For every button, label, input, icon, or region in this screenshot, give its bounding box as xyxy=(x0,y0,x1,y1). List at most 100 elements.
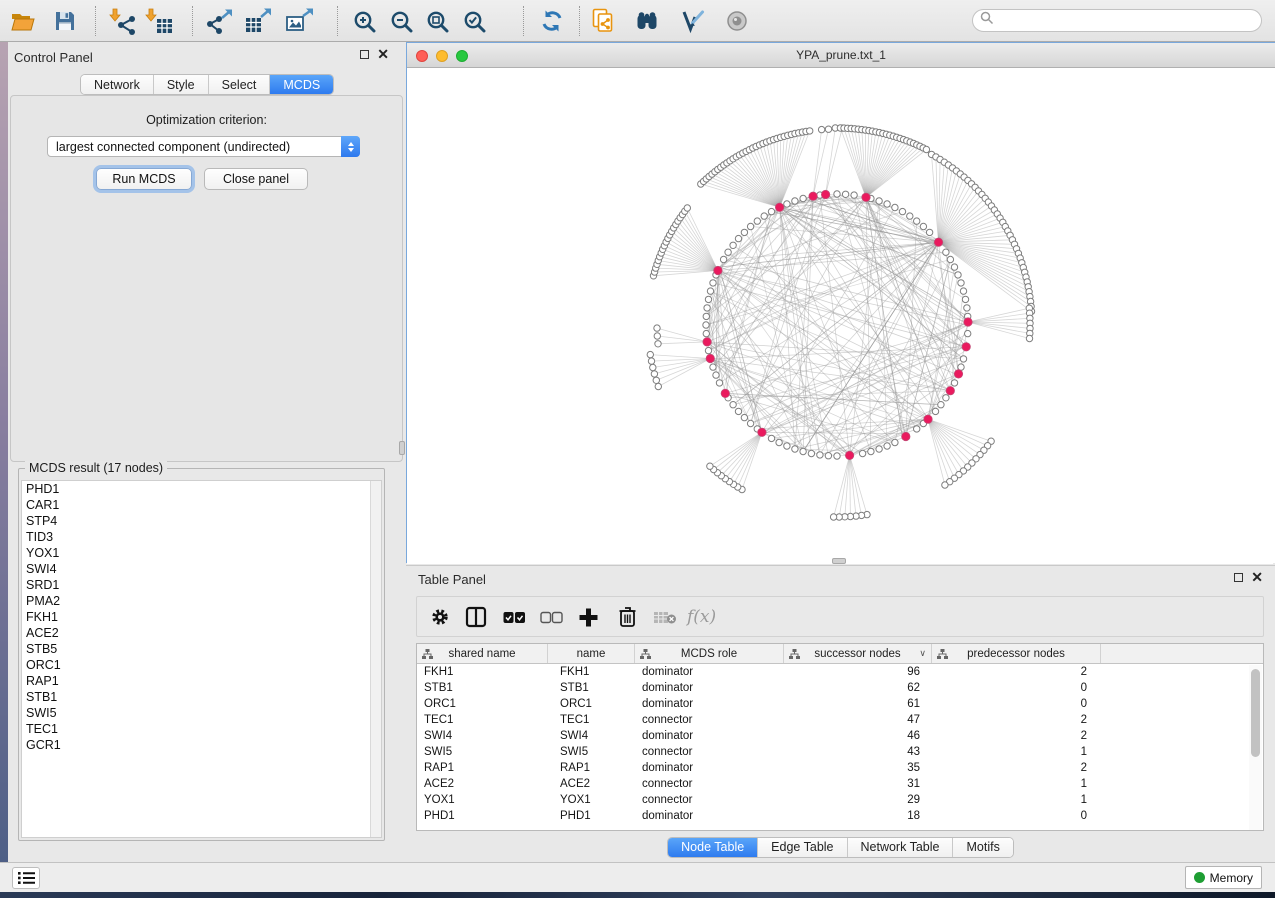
refresh-view-icon[interactable] xyxy=(537,7,567,35)
export-table-icon[interactable] xyxy=(243,7,273,35)
tab-select[interactable]: Select xyxy=(208,75,270,94)
column-header-shared-name[interactable]: shared name xyxy=(417,644,548,663)
mcds-result-item[interactable]: SWI4 xyxy=(22,561,381,577)
status-bar: Memory xyxy=(0,862,1275,892)
table-row[interactable]: ACE2ACE2connector311 xyxy=(417,776,1263,792)
create-column-icon[interactable] xyxy=(578,604,599,630)
deselect-all-icon[interactable] xyxy=(540,604,563,630)
mcds-result-item[interactable]: CAR1 xyxy=(22,497,381,513)
network-window-titlebar[interactable]: YPA_prune.txt_1 xyxy=(407,43,1275,68)
show-columns-icon[interactable] xyxy=(465,604,487,630)
memory-button[interactable]: Memory xyxy=(1185,866,1262,889)
mcds-result-item[interactable]: YOX1 xyxy=(22,545,381,561)
zoom-fit-icon[interactable] xyxy=(422,7,452,35)
select-all-icon[interactable] xyxy=(503,604,525,630)
tab-edge-table[interactable]: Edge Table xyxy=(757,838,846,857)
table-row[interactable]: ORC1ORC1dominator610 xyxy=(417,696,1263,712)
task-history-button[interactable] xyxy=(12,867,40,889)
export-image-icon[interactable] xyxy=(284,7,314,35)
search-networks-icon[interactable] xyxy=(632,7,662,35)
mcds-result-item[interactable]: STB1 xyxy=(22,689,381,705)
network-canvas[interactable] xyxy=(407,69,1273,564)
run-mcds-button[interactable]: Run MCDS xyxy=(96,168,192,190)
vertical-splitter-handle[interactable] xyxy=(399,441,405,455)
mcds-result-item[interactable]: STB5 xyxy=(22,641,381,657)
table-cell: FKH1 xyxy=(417,664,548,680)
mcds-result-list[interactable]: PHD1CAR1STP4TID3YOX1SWI4SRD1PMA2FKH1ACE2… xyxy=(21,480,382,838)
mcds-result-item[interactable]: ACE2 xyxy=(22,625,381,641)
column-header-name[interactable]: name xyxy=(548,644,635,663)
zoom-selected-icon[interactable] xyxy=(459,7,489,35)
settings-gear-icon[interactable] xyxy=(430,604,450,630)
float-panel-icon[interactable] xyxy=(1234,573,1243,582)
table-cell: RAP1 xyxy=(417,760,548,776)
table-cell: SWI4 xyxy=(417,728,548,744)
function-builder-icon: f(x) xyxy=(687,604,716,630)
mcds-result-item[interactable]: FKH1 xyxy=(22,609,381,625)
table-row[interactable]: YOX1YOX1connector291 xyxy=(417,792,1263,808)
mcds-result-item[interactable]: PHD1 xyxy=(22,481,381,497)
minimize-window-icon[interactable] xyxy=(436,50,448,62)
tab-network-table[interactable]: Network Table xyxy=(847,838,953,857)
column-header-successor-nodes[interactable]: successor nodes∨ xyxy=(784,644,932,663)
table-row[interactable]: SWI4SWI4dominator462 xyxy=(417,728,1263,744)
table-row[interactable]: STB1STB1dominator620 xyxy=(417,680,1263,696)
column-header-predecessor-nodes[interactable]: predecessor nodes xyxy=(932,644,1101,663)
table-panel-title: Table Panel xyxy=(418,572,486,587)
tab-node-table[interactable]: Node Table xyxy=(668,838,757,857)
table-cell: YOX1 xyxy=(417,792,548,808)
table-cell: 29 xyxy=(784,792,932,808)
table-cell: RAP1 xyxy=(548,760,635,776)
zoom-out-icon[interactable] xyxy=(386,7,416,35)
save-session-icon[interactable] xyxy=(50,7,80,35)
mcds-result-item[interactable]: SWI5 xyxy=(22,705,381,721)
tab-network[interactable]: Network xyxy=(81,75,153,94)
mcds-result-item[interactable]: SRD1 xyxy=(22,577,381,593)
table-row[interactable]: PHD1PHD1dominator180 xyxy=(417,808,1263,824)
zoom-in-icon[interactable] xyxy=(349,7,379,35)
horizontal-splitter-handle[interactable] xyxy=(832,558,846,564)
birds-eye-view-icon[interactable] xyxy=(722,7,752,35)
table-row[interactable]: FKH1FKH1dominator962 xyxy=(417,664,1263,680)
mcds-result-item[interactable]: PMA2 xyxy=(22,593,381,609)
table-row[interactable]: TEC1TEC1connector472 xyxy=(417,712,1263,728)
float-panel-icon[interactable] xyxy=(360,50,369,59)
table-cell: connector xyxy=(635,792,784,808)
import-network-icon[interactable] xyxy=(108,7,138,35)
criterion-selected-value: largest connected component (undirected) xyxy=(48,140,341,154)
mcds-result-item[interactable]: TID3 xyxy=(22,529,381,545)
table-scrollbar-thumb[interactable] xyxy=(1251,669,1260,757)
node-table: shared namenameMCDS rolesuccessor nodes∨… xyxy=(416,643,1264,831)
tab-mcds[interactable]: MCDS xyxy=(269,75,333,94)
tab-motifs[interactable]: Motifs xyxy=(952,838,1012,857)
mcds-list-scrollbar[interactable] xyxy=(370,481,381,837)
export-network-icon[interactable] xyxy=(204,7,234,35)
export-web-page-icon[interactable] xyxy=(589,7,619,35)
criterion-select[interactable]: largest connected component (undirected) xyxy=(47,136,360,157)
open-file-icon[interactable] xyxy=(8,7,38,35)
select-stepper-icon xyxy=(341,136,360,157)
table-scrollbar[interactable] xyxy=(1249,665,1262,830)
table-cell: STB1 xyxy=(417,680,548,696)
mcds-result-item[interactable]: ORC1 xyxy=(22,657,381,673)
close-panel-icon[interactable]: ✕ xyxy=(377,50,389,59)
close-panel-button[interactable]: Close panel xyxy=(204,168,308,190)
tab-style[interactable]: Style xyxy=(153,75,208,94)
table-row[interactable]: RAP1RAP1dominator352 xyxy=(417,760,1263,776)
close-panel-icon[interactable]: ✕ xyxy=(1251,573,1263,582)
search-input[interactable] xyxy=(972,9,1262,32)
close-window-icon[interactable] xyxy=(416,50,428,62)
mcds-result-item[interactable]: TEC1 xyxy=(22,721,381,737)
toolbar-separator xyxy=(192,6,193,36)
delete-columns-icon[interactable] xyxy=(618,604,637,630)
mcds-result-item[interactable]: STP4 xyxy=(22,513,381,529)
graphics-details-icon[interactable] xyxy=(678,7,708,35)
zoom-window-icon[interactable] xyxy=(456,50,468,62)
table-row[interactable]: SWI5SWI5connector431 xyxy=(417,744,1263,760)
import-table-icon[interactable] xyxy=(144,7,174,35)
mcds-result-item[interactable]: RAP1 xyxy=(22,673,381,689)
table-cell: 1 xyxy=(932,792,1101,808)
mcds-result-fieldset: MCDS result (17 nodes) PHD1CAR1STP4TID3Y… xyxy=(18,468,385,841)
column-header-MCDS-role[interactable]: MCDS role xyxy=(635,644,784,663)
mcds-result-item[interactable]: GCR1 xyxy=(22,737,381,753)
